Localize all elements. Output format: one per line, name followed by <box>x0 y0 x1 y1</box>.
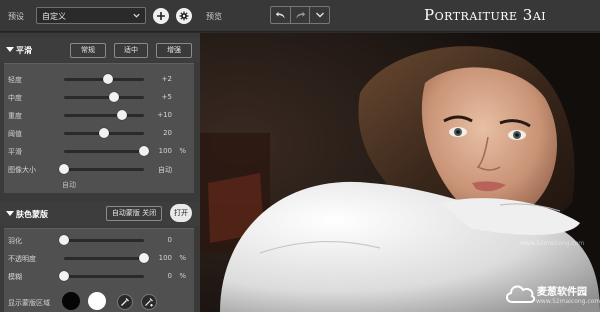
preset-chip-normal[interactable]: 常规 <box>70 43 106 58</box>
smoothing-slider-handle[interactable] <box>59 164 69 174</box>
smoothing-slider-track[interactable] <box>64 168 144 171</box>
mask-color-black-swatch[interactable] <box>62 292 80 310</box>
skin-mask-slider-handle[interactable] <box>59 235 69 245</box>
undo-redo-group <box>270 6 330 24</box>
skin-mask-title: 肤色蒙版 <box>16 210 48 219</box>
smoothing-slider-value: 20 <box>163 129 172 137</box>
skin-mask-slider-track[interactable] <box>64 275 144 278</box>
smoothing-slider-value: +5 <box>161 93 172 101</box>
auto-mask-button[interactable]: 自动蒙版 关闭 <box>106 206 162 221</box>
skin-mask-slider-handle[interactable] <box>139 253 149 263</box>
preset-chip-medium[interactable]: 适中 <box>114 43 148 58</box>
smoothing-slider-handle[interactable] <box>99 128 109 138</box>
collapse-triangle-icon <box>6 211 14 216</box>
skin-mask-slider-track[interactable] <box>64 239 144 242</box>
smoothing-slider-value: +10 <box>157 111 172 119</box>
smoothing-slider-value: +2 <box>161 75 172 83</box>
app-logo: Portraiture 3ai <box>424 6 547 24</box>
skin-mask-slider-row: 模糊 0% <box>4 269 190 283</box>
undo-button[interactable] <box>271 7 291 23</box>
smoothing-slider-handle[interactable] <box>108 92 119 102</box>
show-mask-label: 显示蒙版区域 <box>8 299 50 307</box>
smoothing-slider-label: 平滑 <box>8 148 22 156</box>
preview-label: 预览 <box>206 12 222 21</box>
smoothing-slider-unit: % <box>179 147 186 155</box>
skin-mask-slider-value: 0 <box>167 236 172 244</box>
image-preview[interactable] <box>200 33 600 312</box>
add-preset-button[interactable] <box>153 8 169 24</box>
skin-mask-slider-value: 100 <box>158 254 172 262</box>
smoothing-slider-label: 重度 <box>8 112 22 120</box>
skin-mask-slider-label: 羽化 <box>8 237 22 245</box>
settings-button[interactable] <box>176 8 192 24</box>
smoothing-slider-label: 图像大小 <box>8 166 36 174</box>
collapse-triangle-icon <box>6 47 14 52</box>
skin-mask-slider-unit: % <box>179 272 186 280</box>
history-dropdown-button[interactable] <box>310 7 329 23</box>
smoothing-slider-handle[interactable] <box>103 74 113 84</box>
watermark-url: www.52maicong.com <box>536 298 600 305</box>
smoothing-slider-label: 中度 <box>8 94 22 102</box>
preset-chip-strong[interactable]: 增强 <box>156 43 192 58</box>
smoothing-slider-row: 轻度 +2 <box>4 72 190 86</box>
undo-icon <box>275 11 285 18</box>
preset-label: 预设 <box>8 12 24 21</box>
plus-icon <box>157 12 165 20</box>
smoothing-slider-track[interactable] <box>64 114 144 117</box>
smoothing-slider-label: 阈值 <box>8 130 22 138</box>
top-toolbar: 预设 自定义 预览 Portraiture 3ai <box>0 0 600 32</box>
image-size-sublabel: 自动 <box>62 181 76 189</box>
mask-color-white-swatch[interactable] <box>88 292 106 310</box>
smoothing-slider-value: 100 <box>158 147 172 155</box>
skin-mask-toggle[interactable]: 打开 <box>170 204 192 222</box>
portrait-photo <box>200 33 600 312</box>
cloud-logo-icon <box>506 285 536 303</box>
smoothing-slider-track[interactable] <box>64 96 144 99</box>
smoothing-slider-label: 轻度 <box>8 76 22 84</box>
smoothing-slider-row: 平滑 100% <box>4 144 190 158</box>
skin-mask-slider-label: 模糊 <box>8 273 22 281</box>
smoothing-slider-handle[interactable] <box>139 146 149 156</box>
smoothing-slider-row: 图像大小 自动 <box>4 162 190 176</box>
skin-mask-slider-row: 羽化 0 <box>4 233 190 247</box>
gear-icon <box>179 11 189 21</box>
skin-mask-slider-track[interactable] <box>64 257 144 260</box>
chevron-down-icon <box>315 12 324 18</box>
smoothing-slider-value: 自动 <box>158 166 172 174</box>
preset-dropdown[interactable]: 自定义 <box>36 7 146 24</box>
skin-mask-slider-row: 不透明度 100% <box>4 251 190 265</box>
skin-mask-slider-label: 不透明度 <box>8 255 36 263</box>
redo-button[interactable] <box>291 7 311 23</box>
chevron-down-icon <box>133 13 140 18</box>
eyedropper-plus-icon <box>145 298 153 307</box>
smoothing-slider-track[interactable] <box>64 150 144 153</box>
watermark-url-faint: www.52maicong.com <box>520 240 585 247</box>
smoothing-slider-handle[interactable] <box>116 110 127 120</box>
eyedropper-icon <box>121 298 129 306</box>
skin-mask-slider-handle[interactable] <box>59 271 69 281</box>
smoothing-slider-row: 重度 +10 <box>4 108 190 122</box>
skin-mask-slider-value: 0 <box>167 272 172 280</box>
eyedropper-add-button[interactable] <box>141 294 157 310</box>
watermark-site-name: 麦葱软件园 <box>537 287 587 298</box>
redo-icon <box>296 11 305 18</box>
smoothing-title: 平滑 <box>16 46 32 55</box>
eyedropper-button[interactable] <box>117 294 133 310</box>
smoothing-slider-row: 中度 +5 <box>4 90 190 104</box>
smoothing-slider-row: 阈值 20 <box>4 126 190 140</box>
skin-mask-slider-unit: % <box>179 254 186 262</box>
preset-value: 自定义 <box>42 12 66 21</box>
